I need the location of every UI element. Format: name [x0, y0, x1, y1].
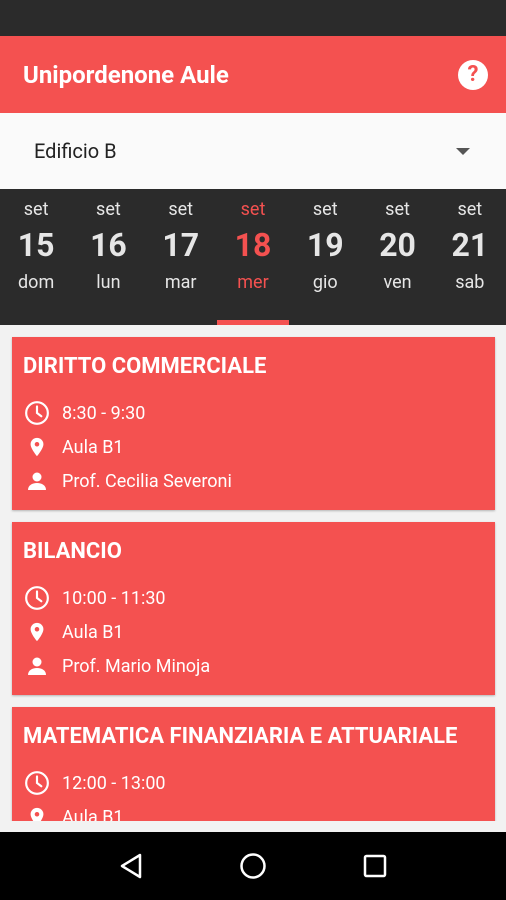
lesson-card[interactable]: MATEMATICA FINANZIARIA E ATTUARIALE 12:0… — [12, 707, 495, 821]
home-icon[interactable] — [233, 846, 273, 886]
day-number: 15 — [17, 226, 55, 264]
location-pin-icon — [23, 803, 51, 821]
back-icon[interactable] — [111, 846, 151, 886]
day-tab-21[interactable]: set 21 sab — [434, 189, 506, 325]
lesson-teacher: Prof. Mario Minoja — [62, 655, 211, 677]
lesson-time: 10:00 - 11:30 — [62, 587, 166, 609]
course-title: MATEMATICA FINANZIARIA E ATTUARIALE — [23, 724, 458, 749]
day-weekday: ven — [383, 272, 412, 293]
person-icon — [23, 467, 51, 495]
lesson-time-row: 8:30 - 9:30 — [23, 396, 484, 430]
clock-icon — [23, 399, 51, 427]
app-bar: Unipordenone Aule ? — [0, 36, 506, 113]
day-weekday: mar — [164, 272, 197, 293]
lesson-teacher-row: Prof. Cecilia Severoni — [23, 464, 484, 498]
day-tab-17[interactable]: set 17 mar — [145, 189, 217, 325]
day-number: 20 — [379, 226, 416, 264]
day-month: set — [385, 199, 410, 220]
day-number: 17 — [162, 226, 200, 264]
day-weekday: gio — [312, 272, 338, 293]
day-month: set — [457, 199, 483, 220]
lesson-time: 12:00 - 13:00 — [62, 772, 166, 794]
lesson-room: Aula B1 — [62, 621, 124, 643]
day-month: set — [96, 199, 121, 220]
day-tab-20[interactable]: set 20 ven — [361, 189, 433, 325]
lesson-room-row: Aula B1 — [23, 430, 484, 464]
lesson-teacher: Prof. Cecilia Severoni — [62, 470, 232, 492]
day-number: 16 — [90, 226, 127, 264]
lesson-time-row: 10:00 - 11:30 — [23, 581, 484, 615]
person-icon — [23, 652, 51, 680]
day-tab-15[interactable]: set 15 dom — [0, 189, 72, 325]
lesson-room: Aula B1 — [62, 806, 124, 822]
day-tab-16[interactable]: set 16 lun — [72, 189, 144, 325]
day-number: 21 — [451, 226, 489, 264]
help-icon[interactable]: ? — [458, 59, 488, 90]
day-month: set — [23, 199, 49, 220]
day-weekday: lun — [96, 272, 121, 293]
lesson-time: 8:30 - 9:30 — [62, 402, 146, 424]
lesson-card[interactable]: DIRITTO COMMERCIALE 8:30 - 9:30 Aula B1 … — [12, 337, 495, 510]
system-navigation-bar — [0, 832, 506, 900]
day-number: 18 — [234, 226, 272, 264]
status-bar — [0, 0, 506, 36]
dropdown-arrow-icon — [456, 147, 470, 155]
lesson-time-row: 12:00 - 13:00 — [23, 766, 484, 800]
lesson-list[interactable]: DIRITTO COMMERCIALE 8:30 - 9:30 Aula B1 … — [0, 325, 506, 821]
day-month: set — [312, 199, 338, 220]
day-weekday: mer — [237, 272, 269, 293]
day-month: set — [240, 199, 266, 220]
lesson-room-row: Aula B1 — [23, 615, 484, 649]
location-pin-icon — [23, 618, 51, 646]
clock-icon — [23, 769, 51, 797]
lesson-teacher-row: Prof. Mario Minoja — [23, 649, 484, 683]
day-tab-19[interactable]: set 19 gio — [289, 189, 361, 325]
day-number: 19 — [306, 226, 344, 264]
location-pin-icon — [23, 433, 51, 461]
day-month: set — [168, 199, 194, 220]
day-weekday: dom — [18, 272, 55, 293]
lesson-room-row: Aula B1 — [23, 800, 484, 821]
lesson-room: Aula B1 — [62, 436, 124, 458]
course-title: DIRITTO COMMERCIALE — [23, 354, 267, 379]
day-selector: set 15 dom set 16 lun set 17 mar set 18 … — [0, 189, 506, 325]
clock-icon — [23, 584, 51, 612]
course-title: BILANCIO — [23, 539, 122, 564]
building-dropdown[interactable]: Edificio B — [0, 113, 506, 189]
building-selected-value: Edificio B — [34, 139, 117, 163]
day-tab-18-selected[interactable]: set 18 mer — [216, 189, 290, 325]
day-weekday: sab — [455, 272, 485, 293]
lesson-card[interactable]: BILANCIO 10:00 - 11:30 Aula B1 Prof. Mar… — [12, 522, 495, 695]
recents-icon[interactable] — [355, 846, 395, 886]
app-title: Unipordenone Aule — [23, 60, 229, 89]
